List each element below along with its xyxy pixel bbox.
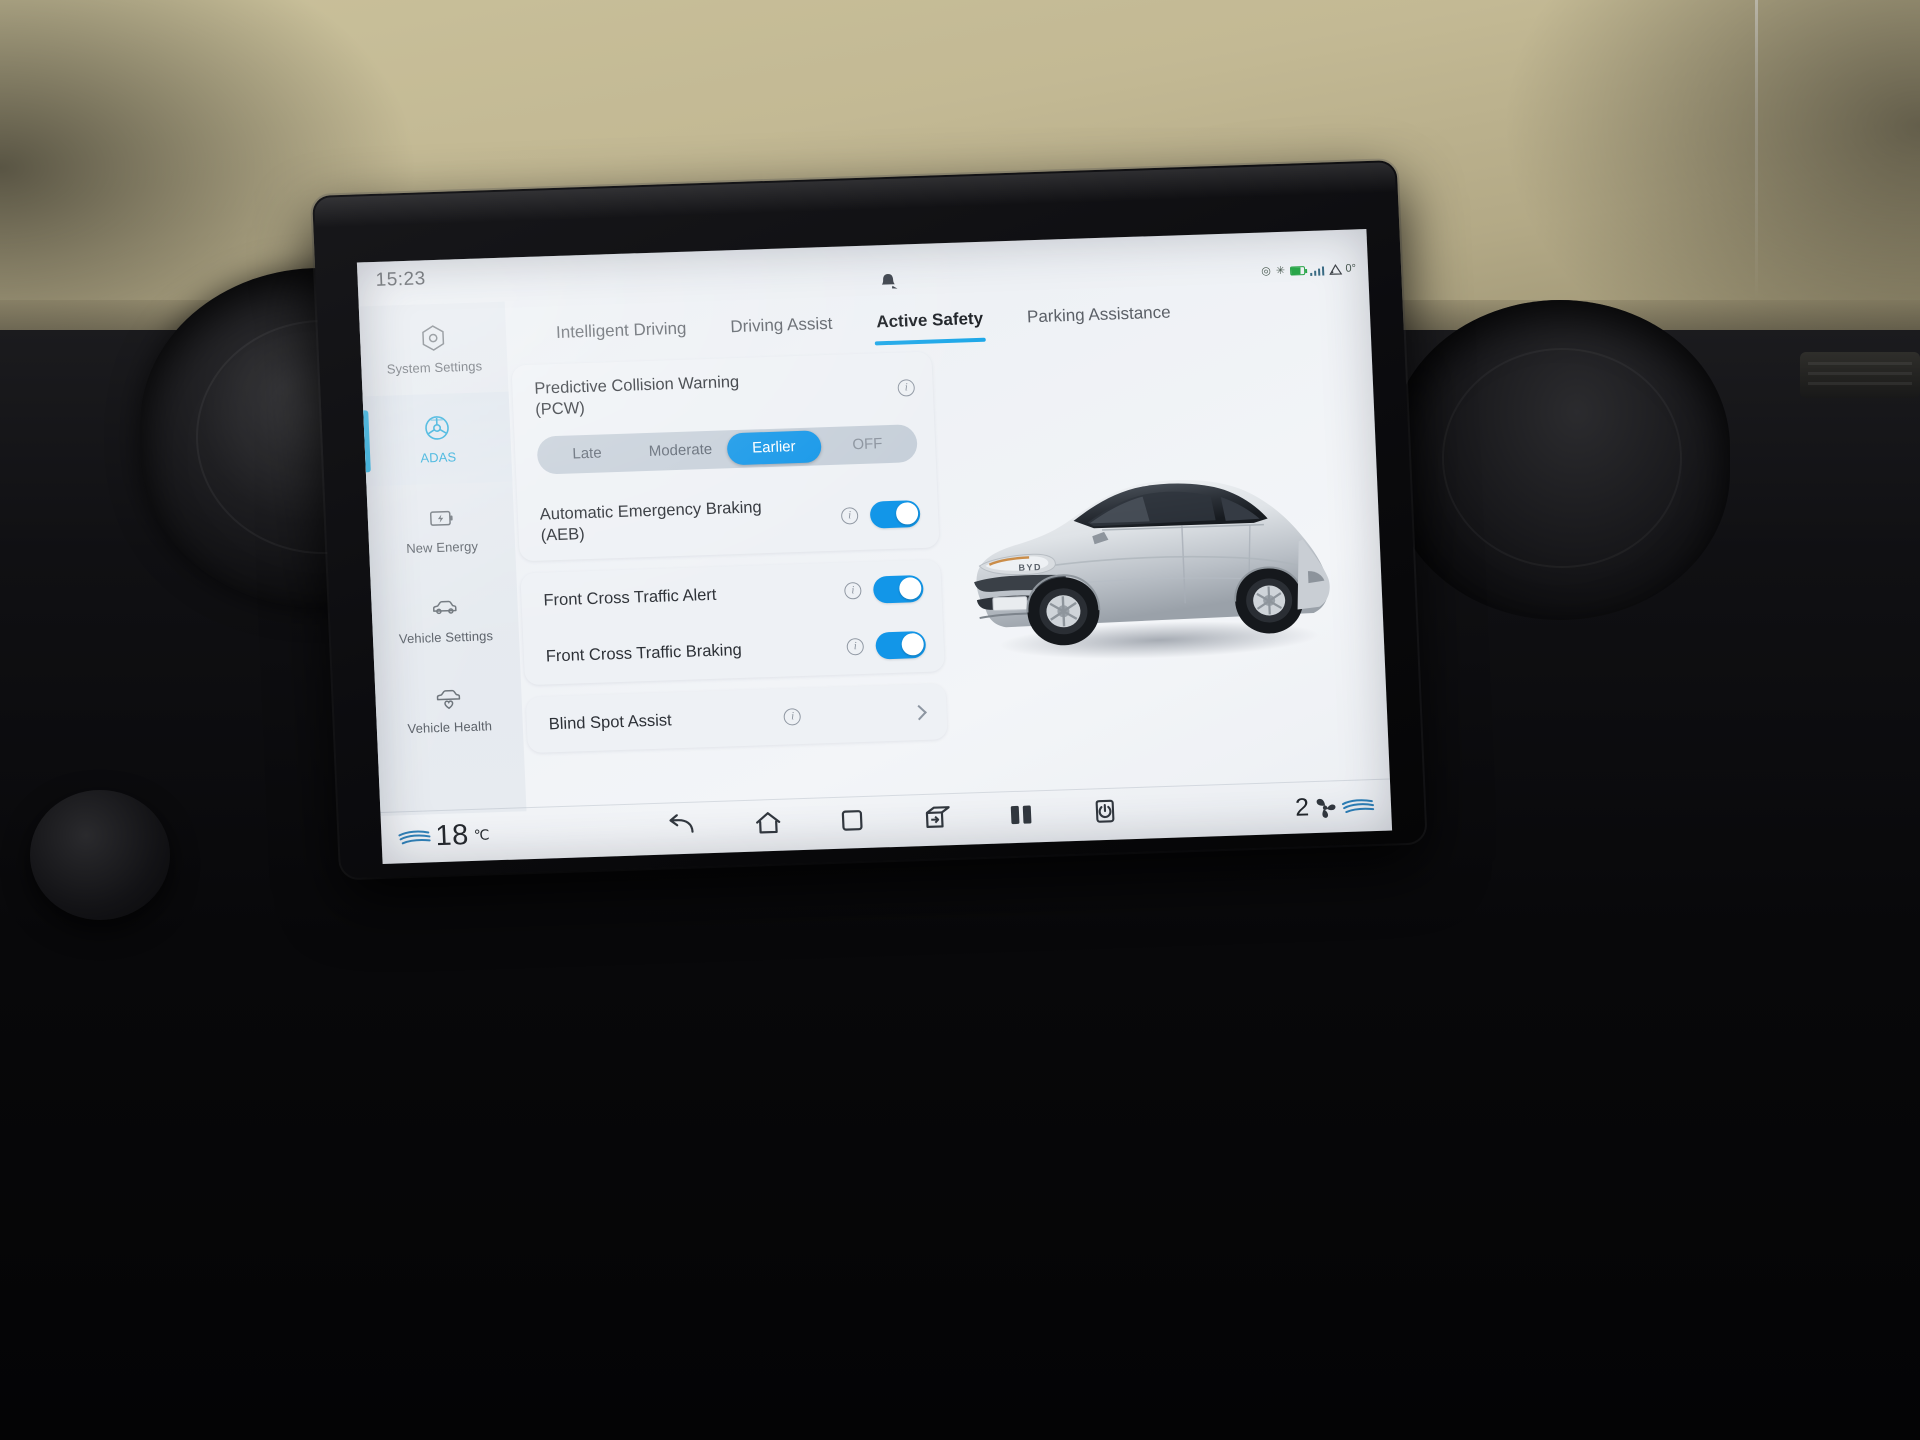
pcw-option-off[interactable]: OFF [820,427,915,462]
pcw-option-earlier[interactable]: Earlier [726,430,822,466]
pcw-option-late[interactable]: Late [540,437,635,472]
location-icon: ◎ [1260,265,1272,278]
card-pcw-aeb: Predictive Collision Warning (PCW) i Lat… [511,351,940,562]
pcw-label: Predictive Collision Warning (PCW) [534,372,740,419]
sidebar-item-vehicle-settings[interactable]: Vehicle Settings [370,571,520,666]
screen-cast-button[interactable] [922,804,951,836]
info-icon[interactable]: i [783,707,802,726]
recents-button[interactable] [840,808,865,838]
temperature-unit: ℃ [473,826,490,843]
fctb-label: Front Cross Traffic Braking [545,640,743,666]
hexagon-gear-icon [418,323,449,354]
system-nav-buttons [666,799,1119,845]
sidebar-item-system-settings[interactable]: System Settings [359,302,509,397]
outside-temperature-value: 0° [1345,262,1357,275]
aeb-label: Automatic Emergency Braking (AEB) [539,498,763,545]
info-icon[interactable]: i [844,581,862,600]
blind-spot-label: Blind Spot Assist [548,711,673,734]
fan-level-value: 2 [1294,793,1310,822]
sidebar-item-label: New Energy [405,538,479,557]
sidebar-item-label: System Settings [386,358,483,377]
outside-temperature: 0° [1329,262,1357,275]
vehicle-render: BYD [950,420,1361,693]
info-icon[interactable]: i [846,637,865,656]
power-button[interactable] [1092,799,1119,831]
settings-list: Predictive Collision Warning (PCW) i Lat… [511,351,948,766]
bell-icon [878,273,899,292]
battery-bolt-icon [425,502,456,533]
car-icon [429,592,460,623]
back-button[interactable] [666,814,697,844]
bluetooth-icon: ✳ [1275,264,1286,278]
sidebar-item-new-energy[interactable]: New Energy [366,481,516,576]
fcta-toggle[interactable] [872,574,924,604]
sidebar-item-adas[interactable]: ADAS [362,391,513,487]
tab-active-safety[interactable]: Active Safety [854,308,1006,333]
car-heart-icon [433,682,464,713]
sidebar: System Settings ADAS New Energy Vehicle … [358,301,527,817]
sidebar-item-label: Vehicle Settings [398,628,494,647]
chevron-right-icon[interactable] [911,704,927,721]
speaker-right [1390,300,1730,620]
card-front-cross-traffic: Front Cross Traffic Alert i Front Cross … [520,559,945,686]
split-screen-button[interactable] [1008,802,1035,832]
battery-icon [1289,266,1306,276]
row-blind-spot-assist[interactable]: Blind Spot Assist i [526,684,948,754]
airflow-icon [398,830,431,844]
brand-badge: BYD [1018,562,1042,573]
aeb-toggle[interactable] [869,499,921,529]
sidebar-item-label: ADAS [420,449,457,466]
tab-driving-assist[interactable]: Driving Assist [708,313,855,338]
pcw-option-moderate[interactable]: Moderate [633,434,728,469]
driver-climate-control[interactable]: 18 ℃ [397,818,490,854]
infotainment-display: 15:23 ◎ ✳ 0° System Settings ADAS New En… [312,160,1441,886]
home-button[interactable] [754,810,783,842]
cellular-signal-icon [1310,265,1325,276]
row-pcw[interactable]: Predictive Collision Warning (PCW) i [511,352,934,436]
air-vent [1800,352,1920,398]
fctb-toggle[interactable] [875,630,927,660]
warning-triangle-icon [1329,263,1343,275]
airflow-icon [1341,798,1375,813]
row-aeb[interactable]: Automatic Emergency Braking (AEB) i [517,478,940,562]
fan-icon [1316,798,1336,818]
screen-surface: 15:23 ◎ ✳ 0° System Settings ADAS New En… [356,229,1393,864]
steering-wheel-icon [421,412,452,443]
tab-intelligent-driving[interactable]: Intelligent Driving [534,318,709,344]
sidebar-item-label: Vehicle Health [407,718,493,737]
info-icon[interactable]: i [840,506,859,525]
passenger-climate-control[interactable]: 2 [1295,791,1376,823]
info-icon[interactable]: i [897,378,916,397]
control-knob[interactable] [30,790,170,920]
photograph-of-car-infotainment-screen: 15:23 ◎ ✳ 0° System Settings ADAS New En… [0,0,1920,1440]
tab-parking-assistance[interactable]: Parking Assistance [1005,302,1193,328]
clock: 15:23 [375,268,427,291]
card-blind-spot-assist[interactable]: Blind Spot Assist i [525,683,948,754]
driver-temperature-value: 18 [434,819,470,853]
fcta-label: Front Cross Traffic Alert [543,585,717,610]
sidebar-item-vehicle-health[interactable]: Vehicle Health [374,661,524,756]
